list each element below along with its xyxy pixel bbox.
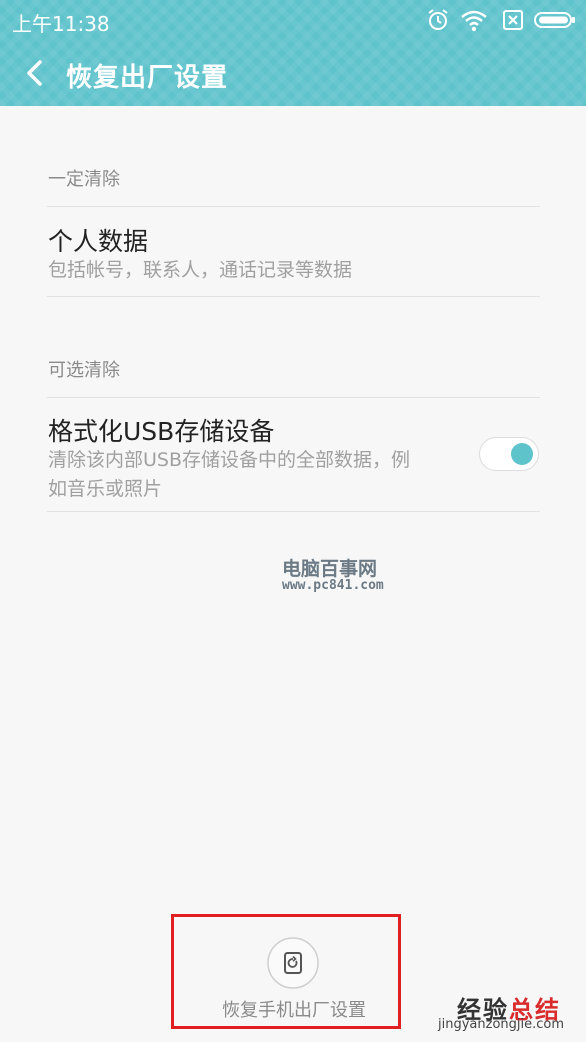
divider — [47, 296, 540, 297]
status-icons — [426, 7, 576, 33]
status-time: 上午11:38 — [12, 12, 110, 36]
section-title-optional: 可选清除 — [48, 360, 120, 381]
phone-reset-icon — [267, 937, 319, 989]
alarm-icon — [428, 9, 448, 30]
item-title: 个人数据 — [48, 227, 149, 256]
back-icon[interactable] — [20, 56, 50, 90]
divider — [47, 511, 540, 512]
watermark-url: www.pc841.com — [282, 578, 384, 593]
no-sim-icon — [503, 10, 523, 30]
item-subtitle: 包括帐号，联系人，通话记录等数据 — [48, 259, 353, 281]
page-title: 恢复出厂设置 — [66, 63, 229, 93]
item-title: 格式化USB存储设备 — [48, 417, 275, 446]
wifi-icon — [461, 10, 487, 32]
item-subtitle-line2: 如音乐或照片 — [48, 478, 163, 500]
app-header: 上午11:38 恢复出厂设置 — [0, 0, 586, 106]
format-usb-toggle[interactable] — [479, 437, 539, 471]
item-subtitle-line1: 清除该内部USB存储设备中的全部数据，例 — [48, 449, 411, 471]
divider — [47, 397, 540, 398]
brand-url: jingyanzongjie.com — [438, 1017, 565, 1032]
section-title-required: 一定清除 — [48, 169, 120, 190]
battery-icon — [534, 12, 575, 28]
watermark-name: 电脑百事网 — [282, 558, 378, 580]
toggle-knob — [511, 443, 533, 465]
divider — [47, 206, 540, 207]
reset-phone-label: 恢复手机出厂设置 — [222, 1000, 366, 1021]
